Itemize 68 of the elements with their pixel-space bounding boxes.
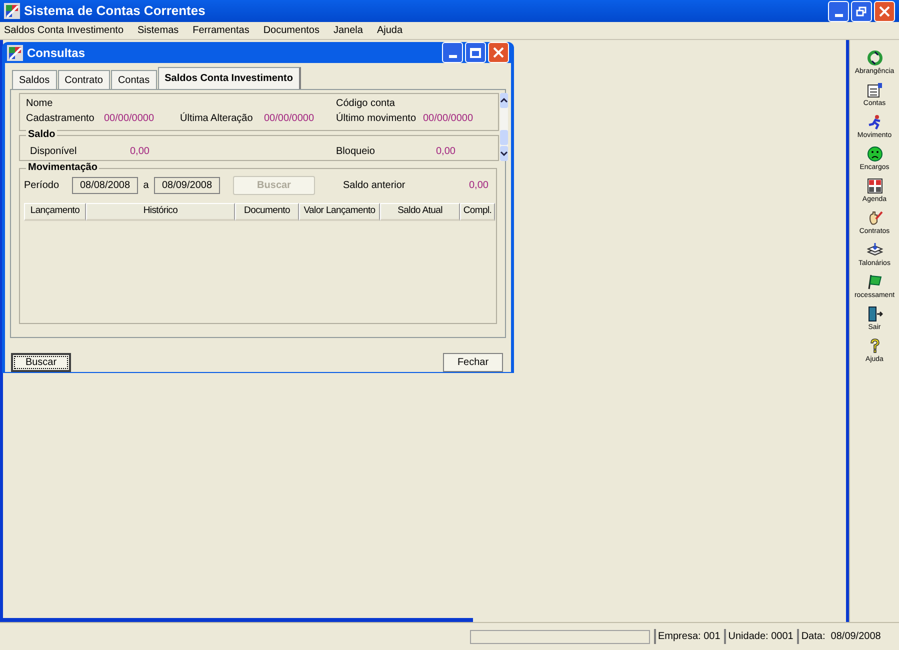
app-icon — [4, 3, 20, 19]
field-label: Período — [24, 178, 60, 192]
column-header[interactable]: Lançamento — [24, 203, 86, 221]
hand-pen-icon — [866, 210, 882, 226]
form-icon — [866, 82, 882, 98]
column-header[interactable]: Histórico — [86, 203, 235, 221]
minimize-button[interactable] — [442, 42, 463, 63]
field-value: 0,00 — [436, 145, 456, 159]
maximize-button[interactable] — [465, 42, 486, 63]
minimize-button[interactable] — [828, 0, 849, 22]
flag-icon — [866, 274, 882, 290]
column-header[interactable]: Compl. — [460, 203, 495, 221]
field-label: Bloqueio — [336, 145, 376, 159]
field-label: Último movimento — [336, 111, 418, 126]
column-header[interactable]: Saldo Atual — [380, 203, 460, 221]
scroll-up-icon[interactable] — [500, 93, 508, 108]
date-field[interactable]: 08/09/2008 — [154, 176, 220, 194]
restore-icon — [856, 6, 867, 16]
recycle-icon — [866, 50, 882, 66]
field-label: Nome — [26, 97, 54, 111]
field-label: a — [142, 178, 150, 192]
minimize-icon — [834, 14, 842, 16]
paper-stack-icon — [866, 242, 882, 258]
close-button[interactable] — [488, 42, 509, 63]
menu-item[interactable]: Sistemas — [136, 23, 181, 38]
field-value: 0,00 — [469, 178, 488, 192]
tab[interactable]: Saldos Conta Investimento — [158, 67, 301, 89]
scroll-down-icon[interactable] — [500, 146, 508, 161]
field-label: Saldo anterior — [343, 178, 406, 192]
menu-item[interactable]: Ferramentas — [190, 23, 252, 38]
status-panel: Data: 08/09/2008 — [797, 629, 881, 644]
status-panel: Unidade: 0001 — [724, 629, 794, 644]
field-value: 00/00/0000 — [264, 112, 314, 126]
field-value: 00/00/0000 — [423, 112, 474, 126]
field-label: Disponível — [30, 145, 78, 159]
restore-button[interactable] — [851, 0, 872, 22]
field-value: 0,00 — [130, 145, 150, 159]
menu-item[interactable]: Documentos — [261, 23, 322, 38]
scroll-thumb[interactable] — [500, 130, 508, 144]
field-label: Cadastramento — [26, 112, 96, 126]
button[interactable]: Fechar — [443, 353, 503, 372]
app-icon — [7, 44, 23, 60]
maximize-icon — [470, 48, 481, 58]
field-label: Última Alteração — [180, 111, 254, 126]
menu-item[interactable]: Saldos Conta Investimento — [2, 23, 126, 38]
menu-item[interactable]: Janela — [331, 23, 365, 38]
close-button[interactable] — [874, 0, 895, 22]
button[interactable]: Buscar — [11, 353, 71, 372]
close-icon — [493, 47, 504, 58]
tab[interactable]: Contrato — [58, 70, 110, 89]
field-label: Código conta — [336, 97, 395, 111]
runner-icon — [866, 114, 882, 130]
child-window-title: Consultas — [27, 44, 86, 62]
status-panel: Empresa: 001 — [654, 629, 720, 644]
window-title: Sistema de Contas Correntes — [24, 2, 206, 20]
close-icon — [879, 6, 890, 16]
tab[interactable]: Contas — [110, 70, 157, 89]
field-value: 00/00/0000 — [104, 112, 154, 126]
exit-door-icon — [866, 306, 882, 322]
date-field[interactable]: 08/08/2008 — [72, 176, 138, 194]
sad-face-icon — [866, 146, 882, 162]
column-header[interactable]: Documento — [235, 203, 299, 221]
menu-item[interactable]: Ajuda — [374, 23, 405, 38]
column-header[interactable]: Valor Lançamento — [299, 203, 380, 221]
tab[interactable]: Saldos — [12, 70, 57, 89]
group-title: Movimentação — [26, 162, 100, 174]
calendar-icon — [866, 178, 882, 194]
minimize-icon — [448, 55, 456, 58]
